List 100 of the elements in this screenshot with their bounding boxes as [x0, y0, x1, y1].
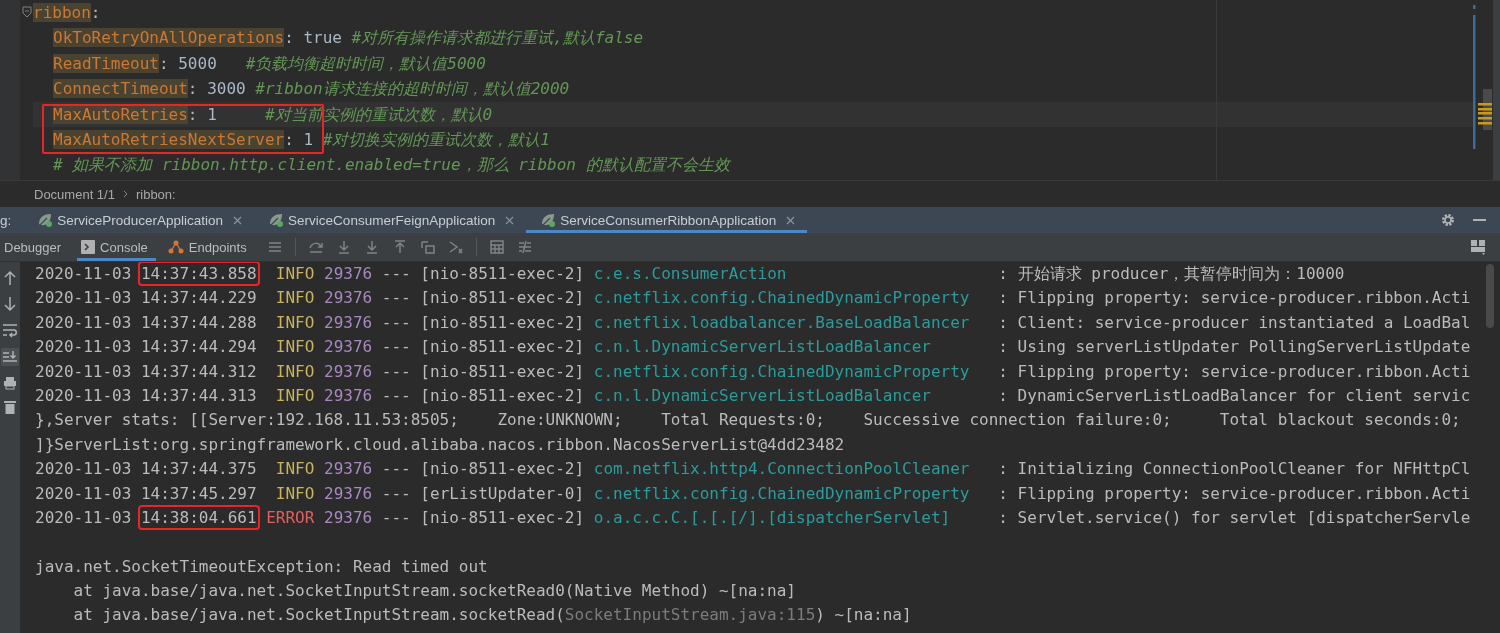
- scroll-end-icon[interactable]: [1, 348, 19, 366]
- log-message: : Flipping property: service-producer.ribbon.Acti: [998, 361, 1471, 381]
- trash-icon[interactable]: [4, 400, 16, 414]
- console-tab[interactable]: Endpoints: [163, 233, 255, 261]
- log-separator: ---: [381, 361, 411, 381]
- process-id: 29376: [324, 312, 373, 332]
- log-time: 14:37:45.297: [140, 483, 257, 503]
- log-date: 2020-11-03: [35, 459, 132, 479]
- yaml-value: : 3000: [187, 79, 246, 99]
- log-time: 14:37:44.288: [140, 312, 257, 332]
- close-icon[interactable]: [233, 215, 243, 225]
- log-level: INFO: [274, 287, 315, 310]
- down-arrow-icon[interactable]: [3, 296, 17, 312]
- process-id: 29376: [324, 459, 373, 479]
- run-tab[interactable]: ServiceConsumerFeignApplication: [254, 207, 527, 233]
- log-time: 14:37:44.312: [140, 361, 257, 381]
- log-message: : Initializing ConnectionPoolCleaner for NFHttpCl: [998, 459, 1471, 479]
- thread-name: [nio-8511-exec-2]: [420, 385, 585, 405]
- leaf-icon: [268, 212, 285, 228]
- thread-name: [nio-8511-exec-2]: [420, 459, 585, 479]
- wrap-icon[interactable]: [2, 322, 18, 338]
- log-time: 14:37:44.375: [140, 459, 257, 479]
- log-date: 2020-11-03: [35, 288, 132, 308]
- nodes-icon: [167, 239, 184, 255]
- yaml-value: : 1: [187, 104, 217, 124]
- thread-name: [erListUpdater-0]: [420, 483, 585, 503]
- menu-icon[interactable]: [266, 239, 283, 255]
- logger-name: c.netflix.config.ChainedDynamicProperty: [593, 482, 971, 505]
- log-separator: ---: [381, 483, 411, 503]
- minimize-icon[interactable]: [1473, 218, 1486, 222]
- stack-trace-line: at java.base/java.net.SocketInputStream.socketRead0(Native Method) ~[na:na]: [73, 581, 796, 601]
- log-level: INFO: [274, 360, 315, 383]
- logger-name: c.netflix.config.ChainedDynamicProperty: [593, 287, 971, 310]
- run-tab[interactable]: ServiceProducerApplication: [23, 207, 255, 233]
- close-icon[interactable]: [786, 215, 796, 225]
- process-id: 29376: [324, 483, 373, 503]
- logger-name: c.netflix.loadbalancer.BaseLoadBalancer: [593, 311, 971, 334]
- layout-icon[interactable]: [1470, 239, 1486, 255]
- thread-name: [nio-8511-exec-2]: [420, 337, 585, 357]
- log-date: 2020-11-03: [35, 361, 132, 381]
- chevron-icon: [122, 190, 128, 198]
- log-time: 14:37:44.229: [140, 288, 257, 308]
- code-comment: # 如果不添加 ribbon.http.client.enabled=true，那么 ribbon 的默认配置不会生效: [53, 155, 730, 175]
- stack-trace-line: at java.base/java.net.SocketInputStream.socketRead(SocketInputStream.java:115) ~[na:na]: [73, 605, 912, 625]
- log-message: : 开始请求 producer，其暂停时间为：10000: [998, 264, 1345, 283]
- yaml-key: MaxAutoRetries: [53, 104, 188, 124]
- close-icon[interactable]: [505, 215, 515, 225]
- up-arrow-icon[interactable]: [3, 270, 17, 286]
- cursor-icon[interactable]: [447, 239, 464, 255]
- log-date: 2020-11-03: [35, 312, 132, 332]
- log-time: 14:37:43.858: [140, 264, 257, 283]
- log-level: INFO: [274, 384, 315, 407]
- yaml-value: :: [90, 3, 101, 22]
- log-time: 14:37:44.313: [140, 385, 257, 405]
- log-level: INFO: [274, 263, 315, 285]
- logger-name: com.netflix.http4.ConnectionPoolCleaner: [593, 458, 971, 481]
- yaml-key: ribbon: [33, 3, 91, 22]
- console-tab[interactable]: Console: [77, 233, 156, 261]
- yaml-key: MaxAutoRetriesNextServer: [53, 129, 285, 149]
- log-text: java.net.SocketTimeoutException: Read timed out: [35, 556, 488, 576]
- settings-icon[interactable]: [1441, 213, 1455, 227]
- thread-name: [nio-8511-exec-2]: [420, 507, 585, 527]
- console-tab[interactable]: Debugger: [0, 233, 70, 261]
- drop-frame-icon[interactable]: [419, 239, 436, 255]
- process-id: 29376: [324, 361, 373, 381]
- source-link[interactable]: SocketInputStream.java:115: [564, 605, 816, 625]
- logger-name: o.a.c.c.C.[.[.[/].[dispatcherServlet]: [593, 506, 952, 529]
- breadcrumb-item[interactable]: ribbon:: [135, 186, 176, 202]
- terminal-icon: [81, 240, 96, 254]
- yaml-value: : true: [284, 28, 342, 48]
- scrollbar-thumb[interactable]: [1486, 264, 1494, 328]
- log-level: ERROR: [266, 506, 315, 529]
- fold-icon[interactable]: [22, 6, 32, 18]
- log-separator: ---: [381, 288, 411, 308]
- trace-icon[interactable]: [516, 239, 533, 255]
- yaml-key: OkToRetryOnAllOperations: [53, 28, 285, 48]
- log-time: 14:37:44.294: [140, 337, 257, 357]
- process-id: 29376: [324, 385, 373, 405]
- log-date: 2020-11-03: [35, 507, 132, 527]
- log-text: },Server stats: [[Server:192.168.11.53:8505; Zone:UNKNOWN; Total Requests:0; Successive connection failure:0; Total blackout seconds:0;: [35, 410, 1461, 430]
- leaf-icon: [540, 212, 557, 228]
- code-comment: #ribbon请求连接的超时时间，默认值2000: [254, 79, 570, 99]
- breadcrumb-item[interactable]: Document 1/1: [34, 186, 115, 202]
- logger-name: c.n.l.DynamicServerListLoadBalancer: [593, 336, 932, 359]
- log-text: ]}ServerList:org.springframework.cloud.alibaba.nacos.ribbon.NacosServerList@4dd23482: [35, 434, 845, 454]
- log-separator: ---: [381, 385, 411, 405]
- log-message: : Flipping property: service-producer.ribbon.Acti: [998, 288, 1471, 308]
- logger-name: c.e.s.ConsumerAction: [593, 263, 788, 285]
- thread-name: [nio-8511-exec-2]: [420, 288, 585, 308]
- log-message: : Flipping property: service-producer.ribbon.Acti: [998, 483, 1471, 503]
- log-date: 2020-11-03: [35, 385, 132, 405]
- log-message: : Servlet.service() for servlet [dispatcherServle: [998, 507, 1471, 527]
- yaml-key: ConnectTimeout: [53, 79, 188, 99]
- log-level: INFO: [274, 482, 315, 505]
- log-separator: ---: [381, 312, 411, 332]
- printer-icon[interactable]: [3, 376, 17, 390]
- log-message: : DynamicServerListLoadBalancer for client servic: [998, 385, 1471, 405]
- yaml-value: : 1: [284, 129, 314, 149]
- log-separator: ---: [381, 337, 411, 357]
- calculator-icon[interactable]: [488, 239, 505, 255]
